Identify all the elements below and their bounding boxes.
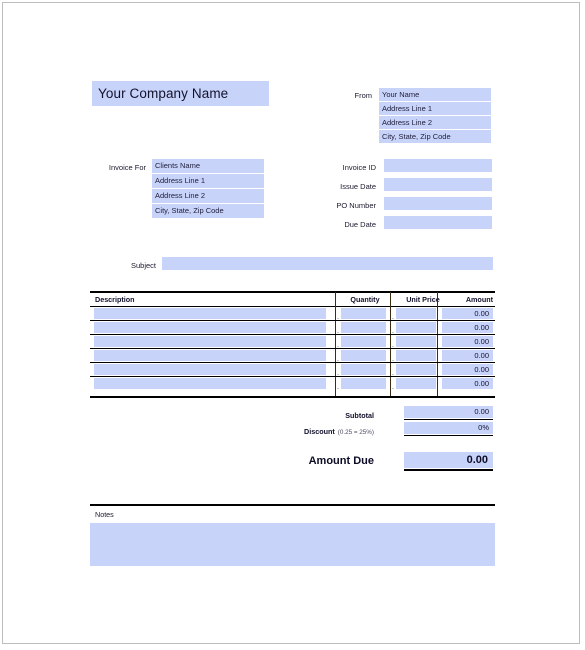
table-vrule-amount	[437, 292, 438, 397]
row-description-field[interactable]	[94, 336, 326, 347]
row-quantity-field[interactable]	[341, 322, 386, 333]
invoice-sheet: Your Company Name From Your Name Address…	[0, 0, 585, 650]
invoice-template-page: Your Company Name From Your Name Address…	[0, 0, 585, 650]
due-date-label: Due Date	[344, 220, 376, 229]
row-description-field[interactable]	[94, 378, 326, 389]
issue-date-field[interactable]	[384, 178, 492, 191]
amount-due-underline	[404, 469, 493, 471]
table-vrule-quantity	[335, 292, 336, 397]
discount-underline	[404, 435, 493, 436]
from-name-field[interactable]: Your Name	[379, 88, 491, 101]
po-number-field[interactable]	[384, 197, 492, 210]
row-amount-field[interactable]: 0.00	[442, 308, 493, 319]
row-unit-price-field[interactable]	[396, 378, 436, 389]
row-unit-price-field[interactable]	[396, 350, 436, 361]
table-header-rule	[90, 306, 495, 307]
discount-hint: (0.25 = 25%)	[337, 429, 374, 436]
client-city-state-zip-field[interactable]: City, State, Zip Code	[152, 204, 264, 218]
row-amount-field[interactable]: 0.00	[442, 350, 493, 361]
row-description-field[interactable]	[94, 308, 326, 319]
row-unit-price-field[interactable]	[396, 322, 436, 333]
row-quantity-dot: .	[337, 384, 339, 391]
row-quantity-field[interactable]	[341, 336, 386, 347]
row-amount-field[interactable]: 0.00	[442, 364, 493, 375]
column-header-amount: Amount	[465, 295, 493, 304]
from-address-line-2-field[interactable]: Address Line 2	[379, 116, 491, 129]
table-row-rule	[90, 320, 495, 321]
client-address-line-2-field[interactable]: Address Line 2	[152, 189, 264, 203]
invoice-for-label: Invoice For	[108, 163, 146, 172]
client-address-line-1-field[interactable]: Address Line 1	[152, 174, 264, 188]
notes-label: Notes	[95, 510, 114, 519]
table-row-rule	[90, 348, 495, 349]
subtotal-label: Subtotal	[345, 411, 374, 420]
due-date-field[interactable]	[384, 216, 492, 229]
subject-label: Subject	[130, 261, 156, 270]
row-description-field[interactable]	[94, 322, 326, 333]
subtotal-value[interactable]: 0.00	[404, 406, 493, 418]
table-row-rule	[90, 376, 495, 377]
from-label: From	[354, 91, 373, 100]
issue-date-label: Issue Date	[340, 182, 376, 191]
amount-due-value[interactable]: 0.00	[404, 452, 493, 468]
row-unit-price-field[interactable]	[396, 308, 436, 319]
table-row-rule	[90, 362, 495, 363]
row-amount-field[interactable]: 0.00	[442, 378, 493, 389]
table-bottom-rule	[90, 396, 495, 398]
row-amount-field[interactable]: 0.00	[442, 336, 493, 347]
company-name-field[interactable]: Your Company Name	[92, 81, 269, 106]
subject-field[interactable]	[162, 257, 493, 270]
from-city-state-zip-field[interactable]: City, State, Zip Code	[379, 130, 491, 143]
column-header-description: Description	[95, 295, 135, 304]
row-quantity-field[interactable]	[341, 364, 386, 375]
row-quantity-field[interactable]	[341, 378, 386, 389]
row-description-field[interactable]	[94, 364, 326, 375]
invoice-id-field[interactable]	[384, 159, 492, 172]
invoice-id-label: Invoice ID	[342, 163, 376, 172]
discount-label: Discount (0.25 = 25%)	[250, 428, 374, 436]
row-quantity-field[interactable]	[341, 350, 386, 361]
row-description-field[interactable]	[94, 350, 326, 361]
column-header-quantity: Quantity	[350, 295, 380, 304]
row-quantity-field[interactable]	[341, 308, 386, 319]
table-row-rule	[90, 334, 495, 335]
row-amount-field[interactable]: 0.00	[442, 322, 493, 333]
from-address-line-1-field[interactable]: Address Line 1	[379, 102, 491, 115]
subtotal-underline	[404, 419, 493, 420]
po-number-label: PO Number	[336, 201, 376, 210]
row-unit-price-field[interactable]	[396, 336, 436, 347]
row-unit-price-dot: .	[392, 384, 394, 391]
discount-label-text: Discount	[304, 427, 335, 436]
discount-value[interactable]: 0%	[404, 422, 493, 434]
amount-due-label: Amount Due	[308, 455, 374, 467]
notes-top-rule	[90, 504, 495, 506]
row-unit-price-field[interactable]	[396, 364, 436, 375]
client-name-field[interactable]: Clients Name	[152, 159, 264, 173]
table-top-rule	[90, 291, 495, 293]
notes-field[interactable]	[90, 523, 495, 566]
table-vrule-unit-price	[390, 292, 391, 397]
